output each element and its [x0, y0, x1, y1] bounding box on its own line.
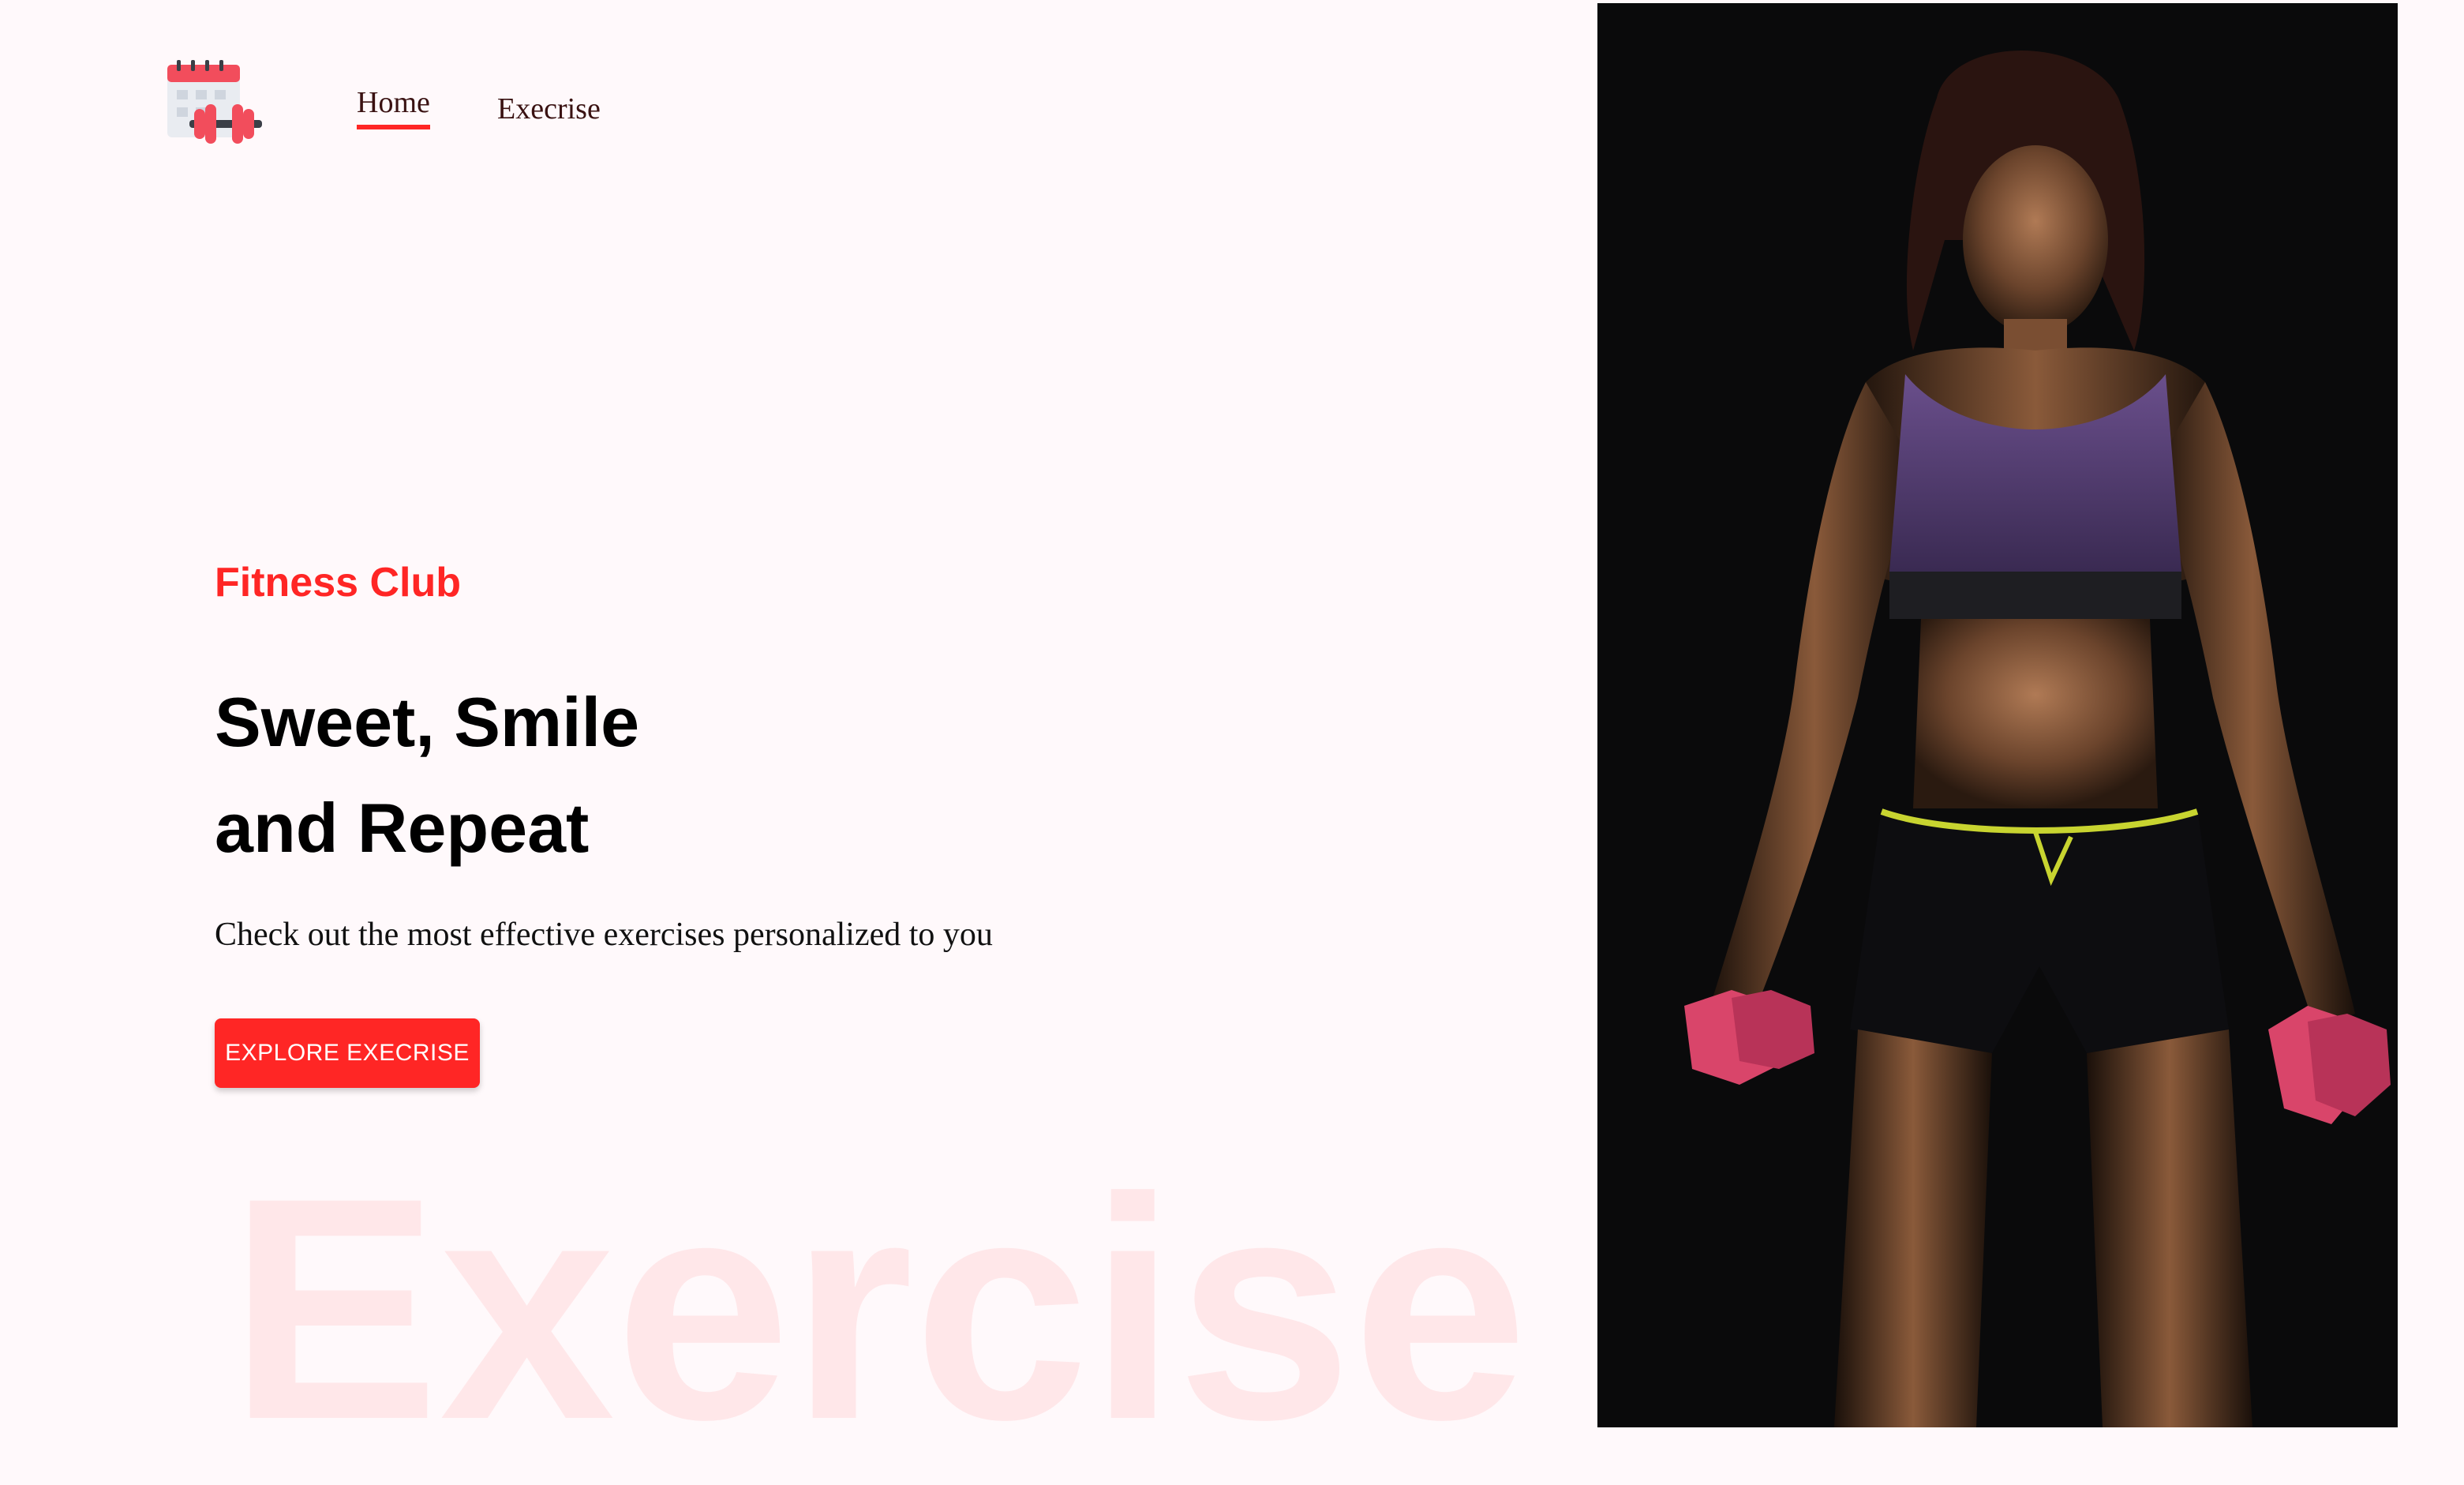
logo[interactable] [166, 58, 265, 150]
headline-line-2: and Repeat [215, 789, 590, 867]
headline-line-1: Sweet, Smile [215, 683, 640, 761]
hero-headline: Sweet, Smile and Repeat [215, 669, 639, 881]
calendar-dumbbell-icon [167, 60, 262, 144]
nav-exercise-link[interactable]: Execrise [497, 92, 601, 126]
hero-eyebrow: Fitness Club [215, 560, 462, 606]
nav-home-link[interactable]: Home [357, 85, 430, 129]
athlete-illustration [1597, 3, 2398, 1427]
hero-subtitle: Check out the most effective exercises p… [215, 917, 993, 953]
watermark-text: Exercise [229, 1132, 1528, 1485]
hero-banner-image [1597, 3, 2398, 1427]
explore-exercise-button[interactable]: EXPLORE EXECRISE [215, 1018, 480, 1088]
